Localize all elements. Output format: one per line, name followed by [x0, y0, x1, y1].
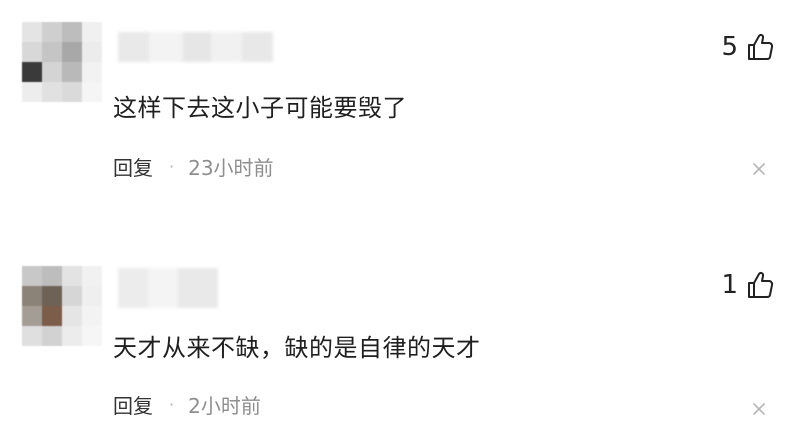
username[interactable] — [118, 268, 218, 308]
close-icon[interactable] — [750, 400, 768, 418]
comment-text: 这样下去这小子可能要毁了 — [113, 94, 407, 122]
comment-meta: 回复 · 23小时前 — [113, 152, 274, 181]
thumbs-up-icon[interactable] — [746, 270, 774, 300]
reply-button[interactable]: 回复 — [113, 390, 153, 419]
close-icon[interactable] — [750, 160, 768, 178]
timestamp: 23小时前 — [188, 156, 274, 180]
comment-item: 1 天才从来不缺，缺的是自律的天才 回复 · 2小时前 — [0, 250, 812, 430]
like-count: 5 — [721, 32, 738, 62]
thumbs-up-icon[interactable] — [746, 32, 774, 62]
like-button[interactable]: 5 — [721, 32, 774, 62]
separator-dot: · — [169, 395, 175, 414]
avatar[interactable] — [22, 22, 102, 102]
timestamp: 2小时前 — [188, 394, 261, 418]
reply-button[interactable]: 回复 — [113, 152, 153, 181]
comment-meta: 回复 · 2小时前 — [113, 390, 261, 419]
separator-dot: · — [169, 157, 175, 176]
comment-text: 天才从来不缺，缺的是自律的天才 — [113, 334, 481, 362]
avatar[interactable] — [22, 266, 102, 346]
like-button[interactable]: 1 — [721, 270, 774, 300]
comment-item: 5 这样下去这小子可能要毁了 回复 · 23小时前 — [0, 0, 812, 215]
like-count: 1 — [721, 270, 738, 300]
username[interactable] — [118, 32, 273, 62]
